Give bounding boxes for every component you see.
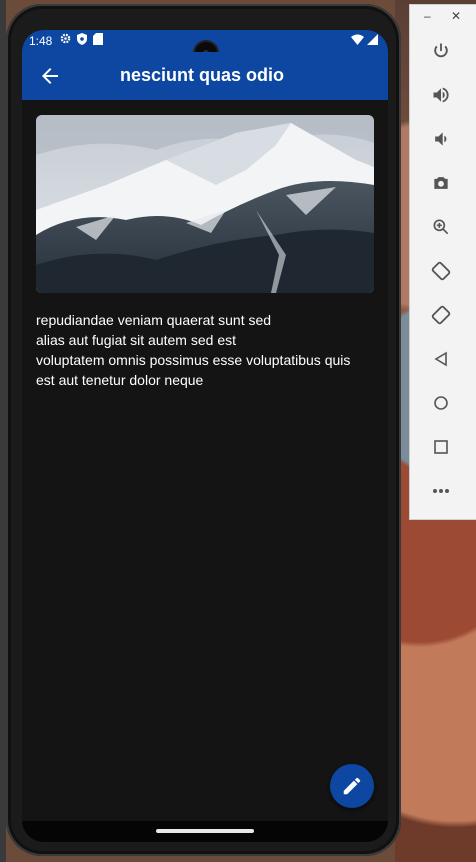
rotate-right-icon[interactable] xyxy=(428,302,454,328)
edit-pencil-icon xyxy=(343,777,361,795)
more-icon[interactable] xyxy=(428,478,454,504)
arrow-back-icon[interactable] xyxy=(38,64,62,88)
status-icons xyxy=(60,33,103,45)
body-line: voluptatem omnis possimus esse voluptati… xyxy=(36,352,351,368)
body-line: alias aut fugiat sit autem sed est xyxy=(36,332,236,348)
shield-icon xyxy=(77,33,87,45)
volume-down-icon[interactable] xyxy=(428,126,454,152)
power-icon[interactable] xyxy=(428,38,454,64)
phone-screen: 1:48 nesciunt quas odio repudiandae veni… xyxy=(22,30,388,842)
body-text: repudiandae veniam quaerat sunt sed alia… xyxy=(36,310,381,390)
overview-square-icon[interactable] xyxy=(428,434,454,460)
zoom-in-icon[interactable] xyxy=(428,214,454,240)
home-gesture-handle[interactable] xyxy=(156,829,254,833)
body-line: est aut tenetur dolor neque xyxy=(36,372,204,388)
minimize-icon[interactable]: – xyxy=(424,9,431,23)
camera-icon[interactable] xyxy=(428,170,454,196)
page-title: nesciunt quas odio xyxy=(120,65,285,85)
settings-icon xyxy=(60,33,71,44)
home-circle-icon[interactable] xyxy=(428,390,454,416)
emulator-window-controls: – ✕ xyxy=(410,5,476,31)
cellular-signal-icon xyxy=(367,34,378,45)
navigation-bar xyxy=(22,821,388,842)
close-icon[interactable]: ✕ xyxy=(451,9,461,23)
volume-up-icon[interactable] xyxy=(428,82,454,108)
phone-frame: 1:48 nesciunt quas odio repudiandae veni… xyxy=(6,4,401,856)
wifi-icon xyxy=(351,34,364,45)
status-right xyxy=(351,34,378,45)
body-line: repudiandae veniam quaerat sunt sed xyxy=(36,312,272,328)
back-triangle-icon[interactable] xyxy=(428,346,454,372)
edit-fab-button[interactable] xyxy=(330,764,374,808)
mountain-image xyxy=(36,115,374,293)
sd-card-icon xyxy=(93,33,103,45)
app-bar: nesciunt quas odio xyxy=(22,52,388,100)
status-time: 1:48 xyxy=(29,34,53,48)
rotate-left-icon[interactable] xyxy=(428,258,454,284)
emulator-toolbar: – ✕ xyxy=(409,4,476,520)
